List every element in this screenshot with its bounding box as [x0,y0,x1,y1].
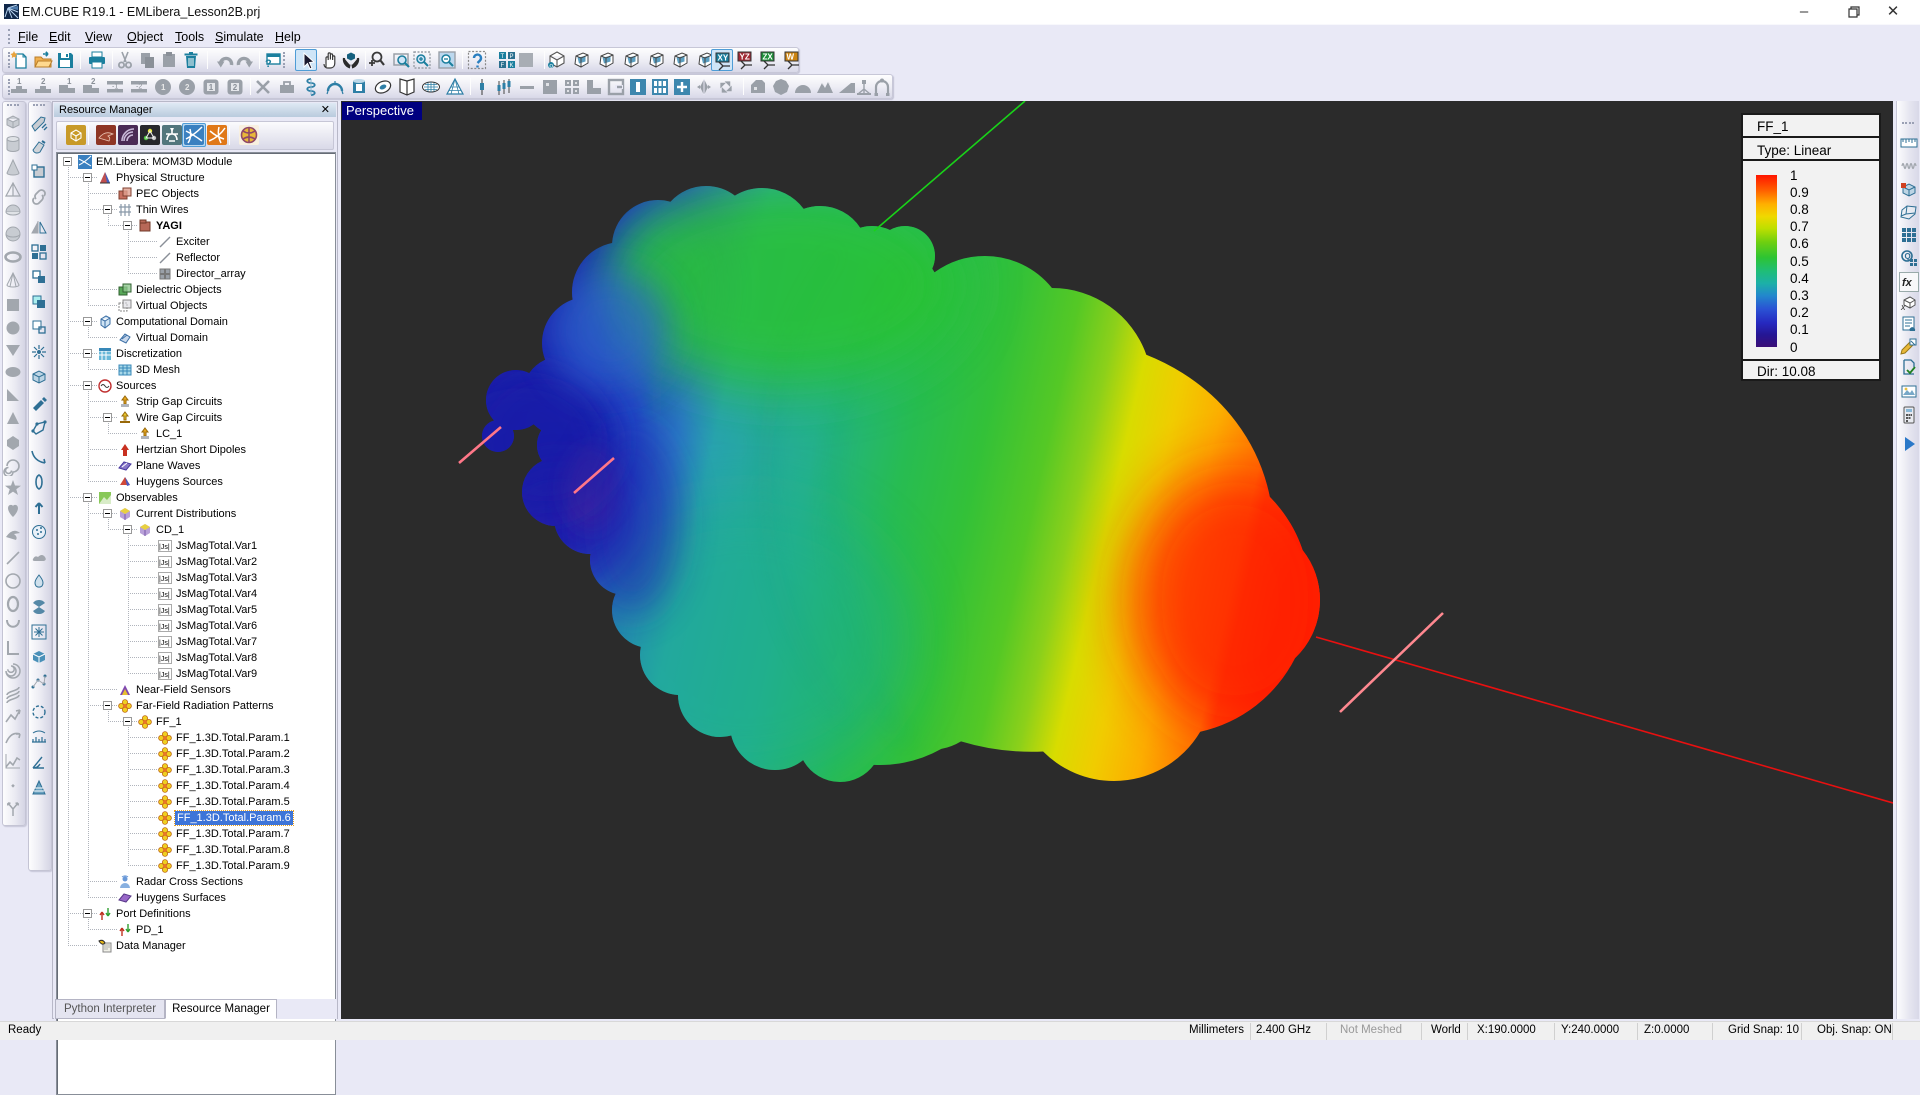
svg-text:2: 2 [41,77,46,86]
svg-text:fx: fx [1902,277,1913,289]
svg-text:|Js|: |Js| [159,560,170,567]
svg-text:1: 1 [161,83,166,92]
svg-text:|Js|: |Js| [159,544,170,551]
svg-text:|Js|: |Js| [159,640,170,647]
svg-text:W: W [787,53,795,62]
svg-text:P: P [510,54,514,60]
svg-text:1: 1 [67,77,72,86]
svg-text:T: T [501,54,505,60]
svg-text:|Js|: |Js| [159,672,170,679]
svg-text:F: F [501,63,505,69]
svg-text:1: 1 [209,83,214,92]
svg-text:Q: Q [1905,252,1911,261]
svg-text:|Js|: |Js| [159,608,170,615]
svg-text:YZ: YZ [740,53,750,62]
svg-text:-1: -1 [112,84,118,91]
svg-text:XY: XY [718,54,729,63]
svg-text:|Js|: |Js| [159,656,170,663]
svg-text:K: K [510,63,514,69]
svg-text:|Js|: |Js| [159,592,170,599]
svg-text:x: x [1900,302,1906,312]
svg-text:-2: -2 [136,84,142,91]
svg-text:|Js|: |Js| [159,624,170,631]
svg-text:2: 2 [233,83,238,92]
svg-text:2: 2 [91,77,96,86]
svg-text:?: ? [265,58,272,70]
svg-text:1: 1 [17,77,22,86]
svg-text:ZX: ZX [763,53,774,62]
svg-text:|Js|: |Js| [159,576,170,583]
svg-text:o: o [549,62,553,69]
svg-text:2: 2 [185,83,190,92]
